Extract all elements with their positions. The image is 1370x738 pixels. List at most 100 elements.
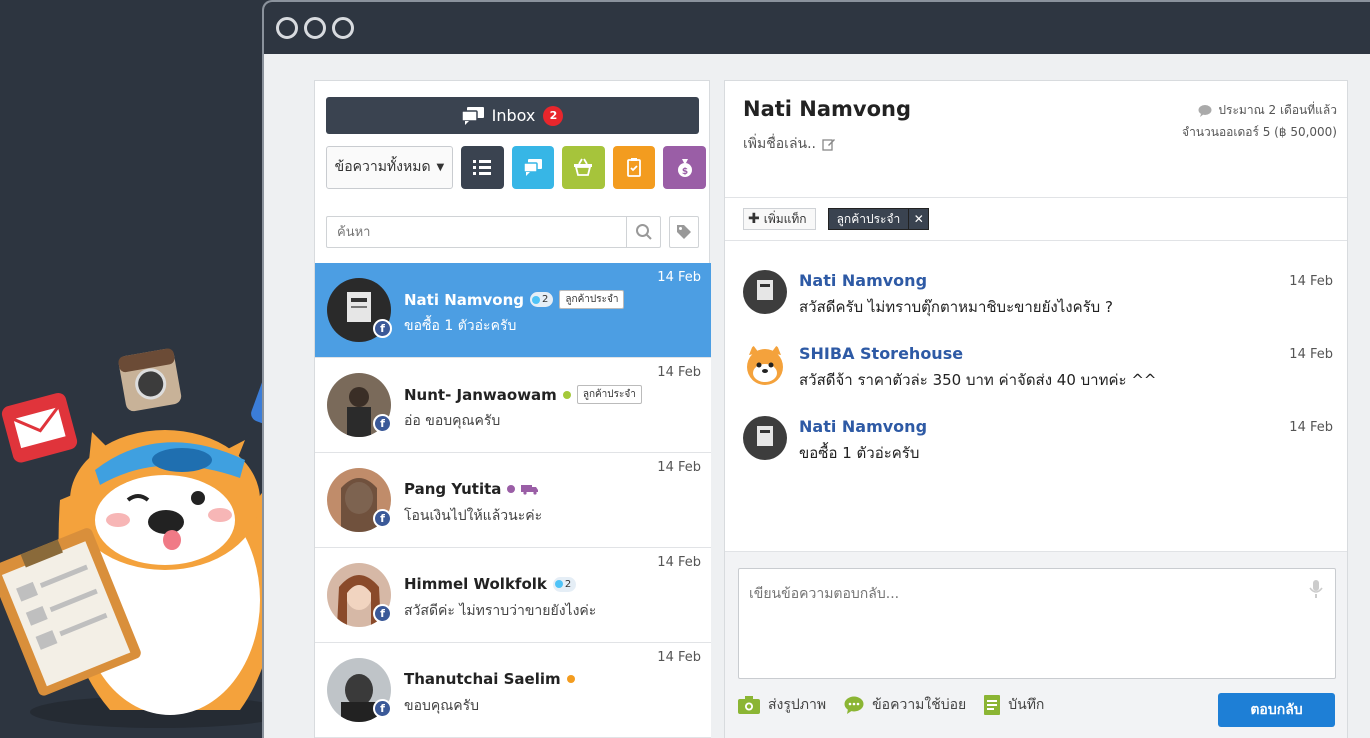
add-tag-button[interactable]: ✚ เพิ่มแท็ก — [743, 208, 816, 230]
search-input[interactable] — [327, 224, 626, 240]
send-photo-label: ส่งรูปภาพ — [768, 697, 827, 713]
search-row — [326, 216, 699, 248]
reply-area: ส่งรูปภาพ ข้อความใช้บ่อย บันทึก ตอบกลับ — [725, 551, 1347, 738]
inbox-unread-badge: 2 — [543, 105, 564, 126]
window-control-minimize[interactable] — [304, 17, 326, 39]
quick-reply-label: ข้อความใช้บ่อย — [872, 697, 967, 713]
plus-icon: ✚ — [748, 211, 760, 227]
tag-label: ลูกค้าประจำ — [836, 211, 901, 226]
customer-tag: ลูกค้าประจำ — [559, 290, 625, 309]
message-date: 14 Feb — [657, 270, 701, 285]
tag-filter-button[interactable] — [669, 216, 699, 248]
reply-actions: ส่งรูปภาพ ข้อความใช้บ่อย บันทึก — [738, 694, 1044, 716]
contact-header: Nati Namvong เพิ่มชื่อเล่น.. ประมาณ 2 เด… — [725, 81, 1347, 198]
message-date: 14 Feb — [657, 650, 701, 665]
send-photo-button[interactable]: ส่งรูปภาพ — [738, 694, 826, 716]
message-text: สวัสดีจ้า ราคาตัวล่ะ 350 บาท ค่าจัดส่ง 4… — [799, 371, 1157, 389]
conversation-panel: Inbox 2 ข้อความทั้งหมด ▼ $ ค้นหา f Nati … — [314, 80, 711, 738]
sender-avatar — [743, 416, 787, 460]
contact-name: Thanutchai Saelim — [404, 670, 561, 688]
nickname-placeholder: เพิ่มชื่อเล่น.. — [743, 136, 816, 152]
last-seen: ประมาณ 2 เดือนที่แล้ว — [1198, 101, 1337, 120]
chat-bubble-icon — [1198, 104, 1212, 117]
message-date: 14 Feb — [657, 460, 701, 475]
message-count-badge: 2 — [530, 292, 554, 307]
quick-reply-button[interactable]: ข้อความใช้บ่อย — [844, 694, 966, 716]
conversation-name-row: Nati Namvong 2 ลูกค้าประจำ — [404, 290, 625, 309]
message-text: ขอซื้อ 1 ตัวอ่ะครับ — [799, 444, 920, 462]
message-date: 14 Feb — [1289, 347, 1333, 362]
conversation-item[interactable]: f Nunt- Janwaowam ลูกค้าประจำ อ่อ ขอบคุณ… — [315, 358, 711, 453]
reply-textarea[interactable] — [739, 569, 1335, 678]
customer-tag: ลูกค้าประจำ — [576, 385, 642, 404]
conversation-list: f Nati Namvong 2 ลูกค้าประจำ ขอซื้อ 1 ตั… — [315, 263, 711, 738]
tag-icon — [677, 225, 691, 239]
basket-filter-button[interactable] — [562, 145, 605, 189]
inbox-button[interactable]: Inbox 2 — [326, 97, 699, 134]
contact-name: Nunt- Janwaowam — [404, 385, 557, 404]
message-date: 14 Feb — [657, 555, 701, 570]
last-message: สวัสดีค่ะ ไม่ทราบว่าขายยังไงค่ะ — [404, 603, 597, 619]
order-summary: จำนวนออเดอร์ 5 (฿ 50,000) — [1182, 125, 1337, 139]
store-avatar — [743, 343, 787, 387]
chat-panel: Nati Namvong เพิ่มชื่อเล่น.. ประมาณ 2 เด… — [724, 80, 1348, 738]
filter-toolbar: ข้อความทั้งหมด ▼ $ — [326, 145, 707, 189]
status-dot — [566, 675, 575, 683]
chat-filter-button[interactable] — [511, 145, 555, 189]
payment-filter-button[interactable]: $ — [663, 145, 707, 189]
search-box — [326, 216, 661, 248]
customer-tag-chip: ลูกค้าประจำ ✕ — [827, 208, 930, 230]
conversation-item[interactable]: f Pang Yutita โอนเงินไปให้แล้วนะค่ะ 14 F… — [315, 453, 711, 548]
tag-row: ✚ เพิ่มแท็ก ลูกค้าประจำ ✕ — [743, 208, 930, 230]
message-date: 14 Feb — [1289, 274, 1333, 289]
list-view-button[interactable] — [460, 145, 504, 189]
note-icon — [984, 695, 1001, 715]
last-message: ขอบคุณครับ — [404, 698, 479, 714]
conversation-item[interactable]: f Thanutchai Saelim ขอบคุณครับ 14 Feb — [315, 643, 711, 738]
svg-text:$: $ — [682, 167, 688, 177]
basket-icon — [574, 158, 593, 176]
list-icon — [473, 160, 492, 175]
chat-icon — [523, 159, 542, 176]
order-filter-button[interactable] — [612, 145, 656, 189]
edit-icon — [822, 139, 835, 151]
conversation-item[interactable]: f Nati Namvong 2 ลูกค้าประจำ ขอซื้อ 1 ตั… — [315, 263, 711, 358]
window-control-close[interactable] — [276, 17, 298, 39]
last-message: ขอซื้อ 1 ตัวอ่ะครับ — [404, 318, 517, 334]
add-nickname[interactable]: เพิ่มชื่อเล่น.. — [743, 133, 836, 155]
conversation-name-row: Pang Yutita — [404, 480, 539, 498]
status-dot — [507, 485, 516, 493]
facebook-icon: f — [373, 604, 392, 623]
facebook-icon: f — [373, 509, 392, 528]
last-message: อ่อ ขอบคุณครับ — [404, 413, 501, 429]
facebook-icon: f — [373, 699, 392, 718]
message-item: SHIBA Storehouse สวัสดีจ้า ราคาตัวล่ะ 35… — [743, 343, 1333, 403]
sender-name[interactable]: Nati Namvong — [799, 417, 927, 436]
divider — [725, 240, 1347, 241]
conversation-name-row: Thanutchai Saelim — [404, 670, 575, 688]
clipboard-icon — [627, 158, 641, 177]
money-bag-icon: $ — [677, 159, 692, 177]
chat-bubbles-icon — [461, 106, 484, 125]
last-seen-text: ประมาณ 2 เดือนที่แล้ว — [1218, 103, 1337, 117]
message-filter-dropdown[interactable]: ข้อความทั้งหมด ▼ — [326, 145, 453, 189]
facebook-icon: f — [373, 319, 392, 338]
contact-name: Pang Yutita — [404, 480, 502, 498]
conversation-item[interactable]: f Himmel Wolkfolk 2 สวัสดีค่ะ ไม่ทราบว่า… — [315, 548, 711, 643]
message-item: Nati Namvong สวัสดีครับ ไม่ทราบตุ๊กตาหมา… — [743, 270, 1333, 330]
contact-name: Nati Namvong — [404, 290, 525, 309]
camera-icon — [738, 696, 760, 714]
microphone-icon[interactable] — [1309, 579, 1323, 599]
sender-name[interactable]: Nati Namvong — [799, 271, 927, 290]
delivery-truck-icon — [521, 485, 539, 495]
remove-tag-icon[interactable]: ✕ — [908, 209, 928, 229]
message-item: Nati Namvong ขอซื้อ 1 ตัวอ่ะครับ 14 Feb — [743, 416, 1333, 476]
sender-name[interactable]: SHIBA Storehouse — [799, 344, 963, 363]
caret-down-icon: ▼ — [436, 161, 445, 173]
message-date: 14 Feb — [1289, 420, 1333, 435]
send-reply-button[interactable]: ตอบกลับ — [1218, 693, 1335, 727]
window-control-maximize[interactable] — [332, 17, 354, 39]
search-icon[interactable] — [626, 217, 660, 247]
note-button[interactable]: บันทึก — [984, 694, 1044, 716]
message-count-badge: 2 — [552, 576, 577, 592]
